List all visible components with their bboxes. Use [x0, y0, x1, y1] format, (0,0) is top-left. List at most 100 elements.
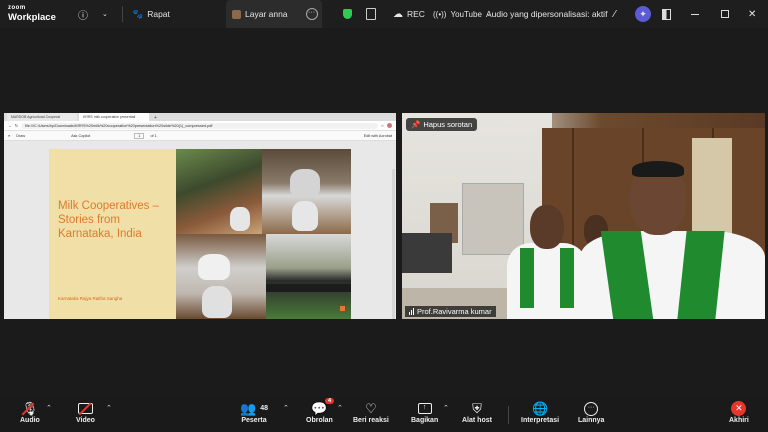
address-bar: ← ↻ file:///C:/Users/hp/Downloads/KRRS%2…	[4, 121, 396, 131]
star-icon[interactable]: ☆	[381, 123, 384, 128]
participant-face	[530, 205, 564, 249]
close-icon: ✕	[748, 8, 757, 20]
participants-options-icon[interactable]: ⌃	[283, 404, 289, 412]
end-meeting-button[interactable]: ✕ Akhiri	[729, 400, 749, 424]
divider	[508, 406, 509, 424]
read-aloud-button[interactable]: Ask Copilot	[71, 134, 90, 138]
photo-cow-shed	[266, 234, 351, 319]
meeting-info-button[interactable]: ⓘ ⌄	[78, 0, 108, 28]
shield-icon	[343, 9, 352, 19]
remove-spotlight-label: Hapus sorotan	[423, 120, 473, 129]
participant-scarf	[520, 248, 534, 308]
tab-screen-share[interactable]: Layar anna ···	[226, 0, 322, 28]
chat-badge: 4	[325, 398, 334, 404]
tab-meeting[interactable]: 🐾 Rapat	[132, 0, 170, 28]
audio-button[interactable]: 🎙 Audio	[20, 400, 40, 425]
audio-label: Audio	[20, 417, 40, 424]
back-icon[interactable]: ←	[8, 124, 12, 128]
chevron-down-icon: ⌄	[102, 11, 108, 18]
ai-sparkle-icon: ✦	[635, 6, 651, 22]
signal-icon	[409, 308, 414, 315]
pin-icon: 📌	[411, 120, 421, 129]
browser-tab[interactable]: MARDOB Agricultural Cooperat	[7, 113, 77, 121]
participant-scarf	[560, 248, 574, 308]
minimize-button[interactable]	[691, 0, 699, 28]
ai-companion-button[interactable]: ✦	[635, 0, 651, 28]
scrollbar[interactable]	[392, 169, 395, 319]
interpretation-label: Interpretasi	[521, 417, 560, 424]
cloud-icon: ☁	[393, 8, 403, 20]
profile-icon[interactable]	[387, 123, 392, 128]
page-total: of 1	[150, 133, 157, 138]
zoom-logo: zoom Workplace	[8, 4, 56, 22]
participant-video[interactable]	[402, 113, 765, 319]
layout-icon	[662, 8, 671, 20]
pdf-viewer[interactable]: Milk Cooperatives – Stories from Karnata…	[4, 141, 396, 319]
layout-button[interactable]	[662, 0, 671, 28]
browser-tab-active[interactable]: KRRS milk cooperative presentati	[79, 113, 149, 121]
participants-icon: 👥 48	[240, 400, 268, 416]
new-tab-icon[interactable]: +	[151, 115, 160, 121]
globe-icon: 🌐	[531, 400, 549, 416]
end-icon: ✕	[731, 400, 747, 417]
participant-shirt	[507, 243, 587, 319]
logo-big: Workplace	[8, 12, 56, 23]
close-button[interactable]: ✕	[748, 0, 756, 28]
share-options-icon[interactable]: ⌃	[443, 404, 449, 412]
audio-mode-status[interactable]: Audio yang dipersonalisasi: aktif	[486, 0, 607, 28]
chat-button[interactable]: 💬 4 Obrolan	[306, 398, 334, 424]
host-tools-button[interactable]: ⛨ Alat host	[462, 400, 492, 425]
video-background-window	[462, 183, 524, 255]
shared-screen[interactable]: MARDOB Agricultural Cooperat KRRS milk c…	[4, 113, 396, 319]
more-button[interactable]: ··· Lainnya	[578, 400, 604, 424]
top-bar: zoom Workplace ⓘ ⌄ 🐾 Rapat Layar anna ··…	[0, 0, 768, 28]
chat-label: Obrolan	[306, 417, 333, 424]
reload-icon[interactable]: ↻	[15, 123, 18, 128]
slide-logo-icon	[340, 306, 345, 311]
participant-name: Prof.Ravivarma kumar	[417, 307, 492, 316]
livestream-icon: ((•))	[433, 9, 447, 19]
paw-icon: 🐾	[132, 8, 144, 19]
interpretation-button[interactable]: 🌐 Interpretasi	[521, 400, 560, 425]
reactions-button[interactable]: ♡ Beri reaksi	[353, 400, 389, 425]
participants-count: 48	[260, 405, 268, 412]
photo-woman-milking-cow	[176, 149, 262, 234]
audio-options-icon[interactable]: ⌃	[46, 404, 52, 412]
audio-mode-label: Audio yang dipersonalisasi: aktif	[486, 9, 608, 19]
restore-icon	[721, 10, 729, 18]
menu-icon[interactable]: ≡	[8, 134, 10, 138]
magic-button[interactable]: ⁄	[614, 0, 616, 28]
wand-icon: ⁄	[614, 8, 616, 20]
chat-options-icon[interactable]: ⌃	[337, 404, 343, 412]
meeting-controls: 🎙 Audio ⌃ Video ⌃ 👥48 Peserta ⌃ 💬4 Obrol…	[0, 398, 768, 432]
video-label: Video	[76, 417, 95, 424]
reactions-label: Beri reaksi	[353, 417, 389, 424]
end-label: Akhiri	[729, 417, 749, 424]
page-current[interactable]: 1	[134, 132, 145, 139]
tab-meeting-label: Rapat	[147, 9, 170, 19]
livestream-status[interactable]: ((•)) YouTube ⌄	[433, 0, 492, 28]
youtube-label: YouTube	[450, 9, 482, 19]
url-field[interactable]: file:///C:/Users/hp/Downloads/KRRS%20mil…	[20, 122, 378, 129]
participants-button[interactable]: 👥 48 Peserta	[240, 400, 268, 425]
draw-button[interactable]: Draw	[16, 134, 25, 138]
video-options-icon[interactable]: ⌃	[106, 404, 112, 412]
remove-spotlight-button[interactable]: 📌 Hapus sorotan	[406, 118, 478, 131]
chat-icon: 💬 4	[311, 398, 334, 417]
restore-button[interactable]	[721, 0, 729, 28]
encryption-button[interactable]	[343, 0, 352, 28]
video-button[interactable]: Video	[76, 400, 95, 424]
browser-tab-strip: MARDOB Agricultural Cooperat KRRS milk c…	[4, 113, 396, 121]
recording-status[interactable]: ☁ REC	[393, 0, 425, 28]
slide-title: Milk Cooperatives – Stories from Karnata…	[58, 200, 159, 240]
more-label: Lainnya	[578, 417, 605, 424]
more-icon[interactable]: ···	[305, 8, 318, 20]
notes-button[interactable]	[366, 0, 376, 28]
edit-acrobat-button[interactable]: Edit with Acrobat	[364, 134, 392, 138]
minimize-icon	[691, 13, 699, 15]
notes-icon	[366, 8, 376, 20]
share-button[interactable]: ↑ Bagikan	[411, 400, 438, 424]
share-label: Bagikan	[411, 417, 439, 424]
microphone-muted-icon: 🎙	[21, 400, 38, 417]
info-icon: ⓘ	[78, 10, 88, 22]
